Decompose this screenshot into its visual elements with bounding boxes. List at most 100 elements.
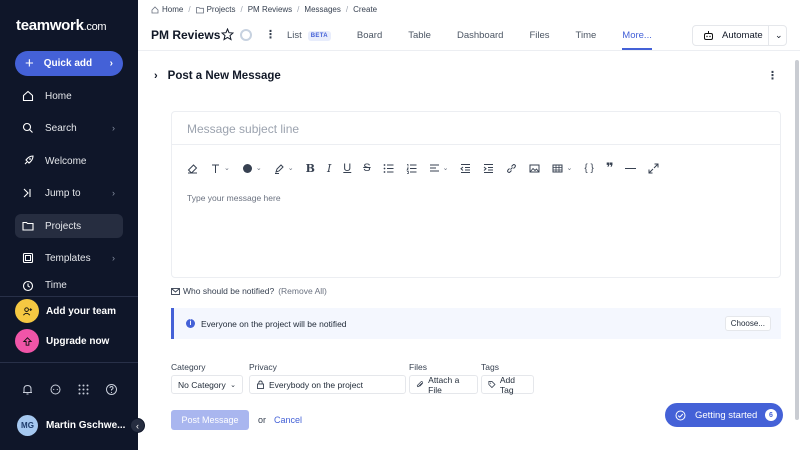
tab-time[interactable]: Time [576, 23, 597, 50]
home-icon [151, 5, 159, 13]
italic-icon[interactable]: I [327, 162, 331, 175]
beta-badge: BETA [307, 31, 331, 41]
tags-label: Tags [481, 362, 499, 372]
form-options-kebab-icon[interactable]: ⋮ [767, 71, 778, 82]
getting-started-button[interactable]: Getting started 6 [665, 403, 783, 427]
chevron-right-icon[interactable]: › [154, 70, 158, 82]
highlight-icon[interactable]: ⌄ [274, 163, 294, 174]
notify-row: Who should be notified? (Remove All) [171, 286, 327, 296]
numbered-list-icon[interactable] [405, 163, 417, 174]
breadcrumb-home[interactable]: Home [162, 5, 183, 14]
add-your-team-button[interactable]: Add your team [15, 299, 116, 323]
sidebar-bottom-icons [21, 383, 118, 396]
chevron-down-icon[interactable]: ⌄ [775, 30, 783, 41]
files-label: Files [409, 362, 427, 372]
user-name: Martin Gschwe... [46, 420, 126, 431]
sidebar-item-templates[interactable]: Templates › [15, 246, 123, 270]
chevron-down-icon: ⌄ [224, 165, 230, 172]
editor-toolbar: ⌄ ⌄ ⌄ B I U S ⌄ ⌄ { } ❞ [187, 160, 671, 176]
text-color-icon[interactable]: ⌄ [242, 163, 262, 174]
expand-icon[interactable] [648, 163, 659, 174]
clock-icon [22, 280, 34, 292]
privacy-select[interactable]: Everybody on the project [249, 375, 406, 394]
templates-icon [22, 252, 34, 264]
bullet-list-icon[interactable] [383, 163, 394, 174]
tab-dashboard[interactable]: Dashboard [457, 23, 503, 50]
add-tag-button[interactable]: Add Tag [481, 375, 534, 395]
image-icon[interactable] [529, 163, 540, 174]
strikethrough-icon[interactable]: S [363, 162, 370, 174]
clear-format-icon[interactable] [187, 163, 198, 174]
breadcrumb: Home / Projects / PM Reviews / Messages … [151, 5, 377, 14]
category-select[interactable]: No Category ⌄ [171, 375, 243, 394]
subject-input[interactable]: Message subject line [187, 122, 299, 136]
message-editor: Message subject line ⌄ ⌄ ⌄ B I U S ⌄ ⌄ {… [171, 111, 781, 278]
breadcrumb-project[interactable]: PM Reviews [248, 5, 292, 14]
sidebar-item-jump-to[interactable]: Jump to › [15, 181, 123, 205]
automate-button[interactable]: Automate ⌄ [692, 25, 787, 46]
code-icon[interactable]: { } [584, 163, 593, 174]
choose-button[interactable]: Choose... [724, 316, 771, 331]
info-icon: i [186, 319, 195, 328]
indent-icon[interactable] [483, 163, 494, 174]
add-user-icon [15, 299, 39, 323]
avatar: MG [17, 415, 38, 436]
robot-icon [704, 31, 713, 40]
plus-icon: + [25, 55, 34, 72]
sidebar-divider [0, 296, 138, 297]
category-label: Category [171, 362, 206, 372]
message-body-input[interactable]: Type your message here [187, 193, 281, 203]
bell-icon[interactable] [21, 383, 34, 396]
outdent-icon[interactable] [460, 163, 471, 174]
quote-icon[interactable]: ❞ [606, 160, 614, 176]
quick-add-button[interactable]: + Quick add › [15, 51, 123, 76]
sidebar-item-search[interactable]: Search › [15, 116, 123, 140]
tab-more[interactable]: More... [622, 23, 652, 50]
breadcrumb-messages[interactable]: Messages [304, 5, 340, 14]
collapse-sidebar-button[interactable]: ‹ [130, 418, 145, 433]
link-icon[interactable] [506, 163, 517, 174]
upgrade-now-button[interactable]: Upgrade now [15, 329, 109, 353]
upgrade-arrow-icon [15, 329, 39, 353]
breadcrumb-projects[interactable]: Projects [207, 5, 236, 14]
sidebar-item-projects[interactable]: Projects [15, 214, 123, 238]
help-icon[interactable] [105, 383, 118, 396]
project-progress-ring[interactable] [240, 29, 252, 41]
cancel-link[interactable]: Cancel [274, 415, 302, 425]
chat-icon[interactable] [49, 383, 62, 396]
section-header[interactable]: › Post a New Message [154, 70, 281, 82]
project-options-kebab-icon[interactable]: ⋮ [265, 30, 276, 41]
text-size-icon[interactable]: ⌄ [210, 163, 230, 174]
chevron-down-icon: ⌄ [566, 165, 573, 172]
rocket-icon [24, 155, 34, 165]
attach-file-button[interactable]: Attach a File [409, 375, 478, 395]
remove-all-link[interactable]: (Remove All) [278, 286, 327, 296]
lock-icon [257, 380, 264, 389]
check-circle-icon [675, 410, 686, 420]
tag-icon [488, 381, 496, 389]
post-message-button[interactable]: Post Message [171, 410, 249, 430]
sidebar-item-welcome[interactable]: Welcome [15, 149, 123, 173]
tab-table[interactable]: Table [408, 23, 431, 50]
sidebar-item-home[interactable]: Home [15, 84, 123, 108]
horizontal-rule-icon[interactable] [625, 163, 637, 174]
chevron-down-icon: ⌄ [442, 165, 449, 172]
chevron-down-icon: ⌄ [230, 381, 236, 389]
chevron-right-icon: › [112, 123, 115, 133]
table-icon[interactable]: ⌄ [552, 163, 572, 174]
teamwork-logo[interactable]: teamwork.com [16, 17, 107, 34]
sidebar-item-time[interactable]: Time [15, 280, 123, 294]
page-scrollbar[interactable] [795, 60, 799, 420]
tab-files[interactable]: Files [529, 23, 549, 50]
getting-started-count-badge: 6 [765, 409, 777, 421]
bold-icon[interactable]: B [306, 162, 315, 175]
user-profile[interactable]: MG Martin Gschwe... [17, 415, 125, 436]
envelope-icon [171, 287, 180, 295]
underline-icon[interactable]: U [343, 162, 351, 174]
star-icon[interactable] [221, 28, 234, 41]
apps-grid-icon[interactable] [77, 383, 90, 396]
tab-board[interactable]: Board [357, 23, 382, 50]
tab-list[interactable]: List BETA [287, 23, 331, 50]
sidebar: teamwork.com + Quick add › Home Search ›… [0, 0, 138, 450]
align-icon[interactable]: ⌄ [429, 163, 449, 174]
